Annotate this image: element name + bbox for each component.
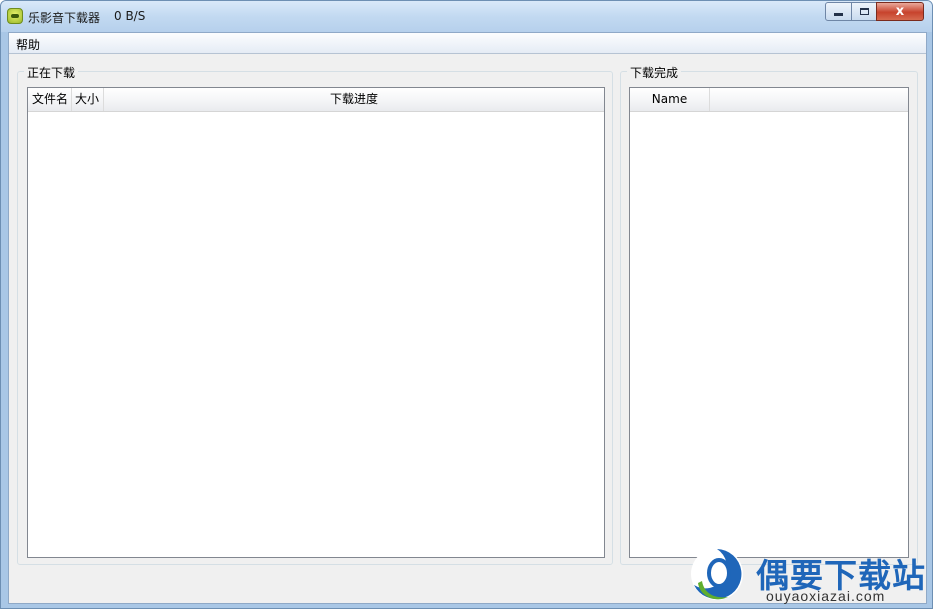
maximize-icon [859, 8, 869, 15]
column-header-name[interactable]: Name [630, 88, 710, 111]
completed-list-header: Name [630, 88, 908, 112]
menu-item-help[interactable]: 帮助 [14, 36, 42, 53]
downloading-group-label: 正在下载 [24, 64, 79, 81]
downloading-list-header: 文件名 大小 下载进度 [28, 88, 604, 112]
client-area: 帮助 正在下载 文件名 大小 下载进度 下载完成 Name [8, 32, 927, 604]
downloading-list[interactable]: 文件名 大小 下载进度 [27, 87, 605, 558]
watermark-url: ouyaoxiazai.com [766, 588, 886, 604]
completed-group: 下载完成 Name [620, 64, 918, 565]
column-header-progress[interactable]: 下载进度 [104, 88, 604, 111]
close-icon: x [895, 4, 905, 19]
app-logo-icon[interactable] [7, 8, 23, 24]
download-speed: 0 B/S [114, 9, 146, 23]
watermark-logo-icon [691, 548, 743, 600]
column-header-filename[interactable]: 文件名 [28, 88, 72, 111]
site-watermark: 偶要下载站 ouyaoxiazai.com [688, 545, 928, 607]
app-window: 乐影音下载器 0 B/S x 帮助 正在下载 文件名 大小 下载进度 下载完成 … [0, 0, 933, 609]
completed-group-label: 下载完成 [627, 64, 682, 81]
downloading-group: 正在下载 文件名 大小 下载进度 [17, 64, 613, 565]
menu-bar: 帮助 [9, 33, 926, 54]
column-header-size[interactable]: 大小 [72, 88, 104, 111]
completed-list[interactable]: Name [629, 87, 909, 558]
close-button[interactable]: x [876, 2, 924, 21]
maximize-button[interactable] [851, 2, 877, 21]
minimize-icon [834, 13, 843, 16]
title-bar[interactable]: 乐影音下载器 0 B/S x [1, 1, 932, 32]
minimize-button[interactable] [825, 2, 852, 21]
window-title: 乐影音下载器 [28, 11, 101, 25]
